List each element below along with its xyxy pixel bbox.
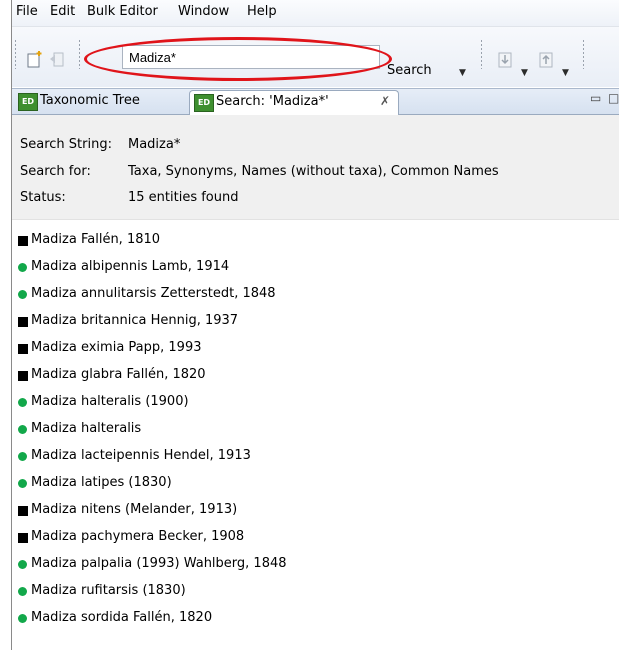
menu-edit[interactable]: Edit <box>50 4 75 19</box>
synonym-icon <box>18 263 27 272</box>
menu-bulk-editor[interactable]: Bulk Editor <box>87 4 158 19</box>
close-icon[interactable]: ✗ <box>380 94 390 108</box>
tab-search-results[interactable]: ED Search: 'Madiza*' ✗ <box>189 90 399 115</box>
menu-help[interactable]: Help <box>247 4 277 19</box>
synonym-icon <box>18 479 27 488</box>
search-string-value: Madiza* <box>128 137 181 152</box>
main-toolbar: Search ▼ ▼ ▼ <box>12 27 619 87</box>
menu-file[interactable]: File <box>16 4 38 19</box>
export-icon[interactable] <box>537 50 557 70</box>
result-name: Madiza britannica Hennig, 1937 <box>31 313 239 328</box>
search-info-panel: Search String: Madiza* Search for: Taxa,… <box>12 115 619 220</box>
result-name: Madiza palpalia (1993) Wahlberg, 1848 <box>31 556 287 571</box>
result-name: Madiza sordida Fallén, 1820 <box>31 610 213 625</box>
accepted-taxon-icon <box>18 533 28 543</box>
toolbar-grip-2[interactable] <box>78 39 81 69</box>
tab-label: Search: 'Madiza*' <box>216 94 329 109</box>
search-for-label: Search for: <box>20 164 91 179</box>
minimize-icon[interactable]: ▭ <box>590 91 601 105</box>
accepted-taxon-icon <box>18 236 28 246</box>
toolbar-grip-4[interactable] <box>582 39 585 69</box>
accepted-taxon-icon <box>18 317 28 327</box>
result-name: Madiza nitens (Melander, 1913) <box>31 502 238 517</box>
synonym-icon <box>18 452 27 461</box>
import-icon[interactable] <box>496 50 516 70</box>
synonym-icon <box>18 290 27 299</box>
result-name: Madiza rufitarsis (1830) <box>31 583 186 598</box>
results-list: Madiza Fallén, 1810 Madiza albipennis La… <box>12 224 619 644</box>
result-name: Madiza Fallén, 1810 <box>31 232 161 247</box>
search-button[interactable]: Search <box>387 63 432 78</box>
result-name: Madiza pachymera Becker, 1908 <box>31 529 245 544</box>
back-icon[interactable] <box>48 49 68 69</box>
editor-icon: ED <box>18 93 38 111</box>
result-name: Madiza glabra Fallén, 1820 <box>31 367 206 382</box>
accepted-taxon-icon <box>18 344 28 354</box>
result-name: Madiza halteralis <box>31 421 142 436</box>
export-dropdown-icon[interactable]: ▼ <box>562 68 569 78</box>
accepted-taxon-icon <box>18 506 28 516</box>
toolbar-grip[interactable] <box>14 39 17 69</box>
synonym-icon <box>18 587 27 596</box>
menu-window[interactable]: Window <box>178 4 229 19</box>
new-taxon-icon[interactable] <box>26 49 46 69</box>
result-name: Madiza albipennis Lamb, 1914 <box>31 259 230 274</box>
tab-taxonomic-tree[interactable]: ED Taxonomic Tree <box>14 90 188 113</box>
maximize-icon[interactable]: □ <box>608 91 619 105</box>
synonym-icon <box>18 398 27 407</box>
synonym-icon <box>18 425 27 434</box>
search-dropdown-icon[interactable]: ▼ <box>459 68 466 78</box>
toolbar-grip-3[interactable] <box>480 39 483 69</box>
editor-icon: ED <box>194 94 214 112</box>
result-name: Madiza eximia Papp, 1993 <box>31 340 202 355</box>
search-for-value: Taxa, Synonyms, Names (without taxa), Co… <box>128 164 499 179</box>
search-input[interactable] <box>122 45 380 69</box>
status-value: 15 entities found <box>128 190 239 205</box>
menu-bar: File Edit Bulk Editor Window Help <box>12 0 619 27</box>
accepted-taxon-icon <box>18 371 28 381</box>
synonym-icon <box>18 560 27 569</box>
result-name: Madiza halteralis (1900) <box>31 394 189 409</box>
result-name: Madiza latipes (1830) <box>31 475 172 490</box>
app-window: File Edit Bulk Editor Window Help Search… <box>11 0 619 650</box>
search-string-label: Search String: <box>20 137 112 152</box>
status-label: Status: <box>20 190 66 205</box>
import-dropdown-icon[interactable]: ▼ <box>521 68 528 78</box>
synonym-icon <box>18 614 27 623</box>
editor-tab-bar: ED Taxonomic Tree ED Search: 'Madiza*' ✗… <box>12 88 619 115</box>
result-name: Madiza lacteipennis Hendel, 1913 <box>31 448 251 463</box>
tab-label: Taxonomic Tree <box>40 93 140 108</box>
result-name: Madiza annulitarsis Zetterstedt, 1848 <box>31 286 276 301</box>
